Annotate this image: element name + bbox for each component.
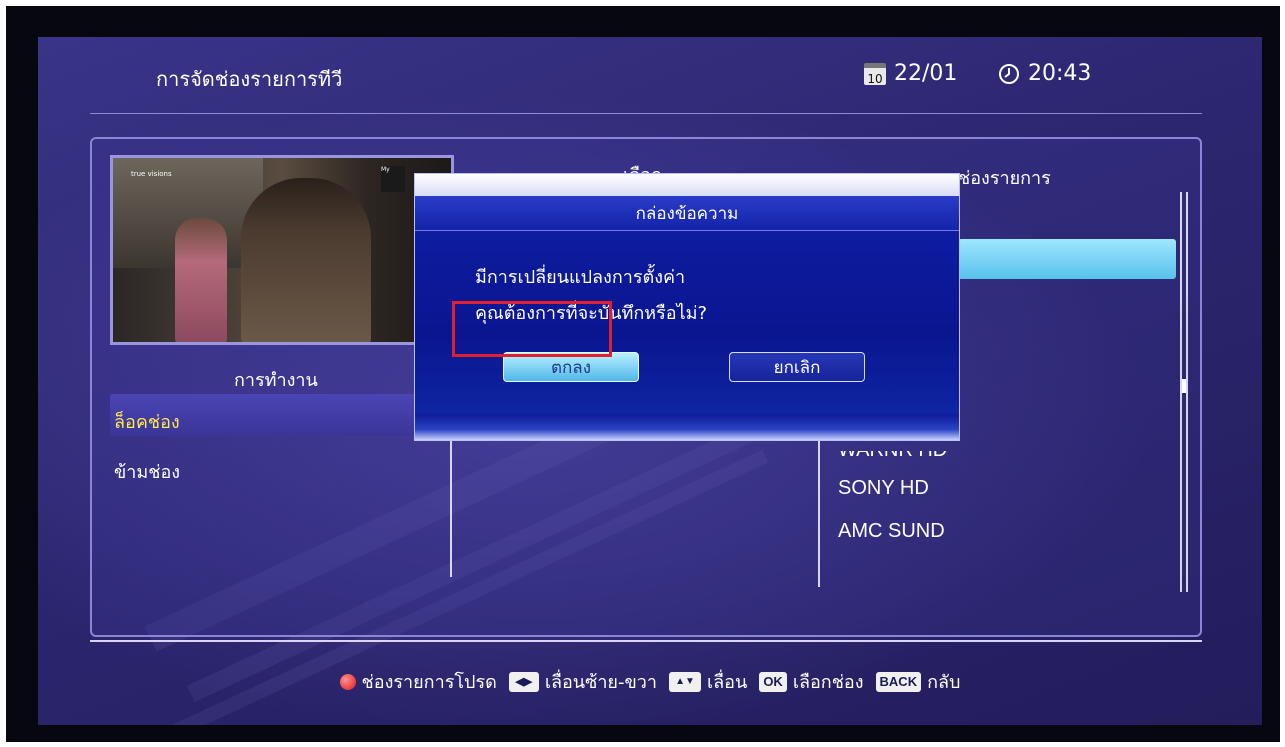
channel-header: ช่องรายการ xyxy=(958,168,1051,189)
hint-favorites-text: ช่องรายการโปรด xyxy=(361,672,497,693)
channel-item[interactable]: SONY HD xyxy=(838,477,929,500)
dialog-top-glow xyxy=(415,174,959,196)
hint-move-left-right-text: เลื่อนซ้าย-ขวา xyxy=(544,672,657,693)
channel-selection-highlight[interactable] xyxy=(958,239,1176,279)
tv-screen: การจัดช่องรายการทีวี 10 22/01 20:43 true… xyxy=(38,37,1262,725)
footer-divider xyxy=(90,640,1202,642)
scrollbar-thumb[interactable] xyxy=(1182,379,1186,393)
hint-ok-text: เลือกช่อง xyxy=(792,672,864,693)
date-text: 22/01 xyxy=(894,61,958,86)
menu-item-lock-channel[interactable]: ล็อคช่อง xyxy=(114,407,180,436)
hint-ok: OK เลือกช่อง xyxy=(759,667,864,696)
left-right-key-icon: ◀▶ xyxy=(508,671,539,692)
date-display: 10 22/01 xyxy=(864,61,957,86)
channel-corner-logo: My xyxy=(381,166,405,192)
video-scene-man xyxy=(241,178,371,342)
operation-header: การทำงาน xyxy=(234,370,318,391)
footer-hints: ช่องรายการโปรด ◀▶ เลื่อนซ้าย-ขวา ▲▼ เลื่… xyxy=(38,667,1262,696)
dialog-message-line1: มีการเปลี่ยนแปลงการตั้งค่า xyxy=(475,267,686,288)
red-button-icon xyxy=(339,673,356,690)
ok-button-focus-outline xyxy=(452,301,612,357)
calendar-icon: 10 xyxy=(864,62,886,85)
column-divider xyxy=(818,437,820,587)
hint-move-up-down: ▲▼ เลื่อน xyxy=(669,667,747,696)
hint-back-text: กลับ xyxy=(927,672,961,693)
ok-key-icon: OK xyxy=(759,671,787,692)
hint-move-up-down-text: เลื่อน xyxy=(707,672,748,693)
cancel-button[interactable]: ยกเลิก xyxy=(729,352,865,382)
truevisions-logo: true visions xyxy=(131,170,172,178)
menu-item-skip-channel[interactable]: ข้ามช่อง xyxy=(114,457,180,486)
time-text: 20:43 xyxy=(1028,61,1092,86)
time-display: 20:43 xyxy=(998,61,1091,86)
back-key-icon: BACK xyxy=(875,671,922,692)
column-divider xyxy=(450,437,452,577)
header-divider xyxy=(90,113,1202,114)
dialog-bottom-glow xyxy=(415,414,959,440)
clock-icon xyxy=(999,63,1019,84)
hint-move-left-right: ◀▶ เลื่อนซ้าย-ขวา xyxy=(508,667,657,696)
page-title: การจัดช่องรายการทีวี xyxy=(156,67,343,91)
video-scene-woman xyxy=(175,218,227,342)
channel-item[interactable]: AMC SUND xyxy=(838,520,945,543)
up-down-key-icon: ▲▼ xyxy=(669,671,701,692)
dialog-title: กล่องข้อความ xyxy=(415,196,959,231)
video-preview: true visions My xyxy=(110,155,454,345)
hint-back: BACK กลับ xyxy=(875,667,961,696)
hint-favorites: ช่องรายการโปรด xyxy=(339,667,497,696)
